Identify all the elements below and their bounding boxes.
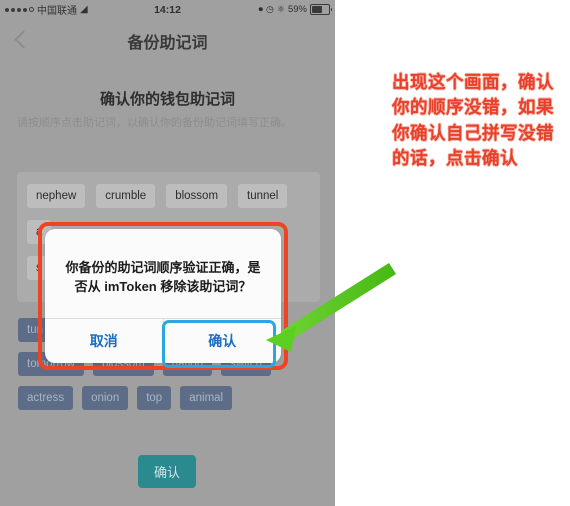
word-chip[interactable]: tunnel xyxy=(238,184,288,208)
status-bar-right: ⏺ ◷ ⚛ 59% xyxy=(258,4,332,15)
word-pool-row: nephew crumble blossom tunnel xyxy=(17,184,320,208)
dialog-confirm-button[interactable]: 确认 xyxy=(164,319,282,363)
annotation-text: 出现这个画面，确认你的顺序没错，如果你确认自己拼写没错的话，点击确认 xyxy=(392,72,554,169)
selected-words-row: actress onion top animal xyxy=(8,386,328,410)
screenshot-root: 中国联通 ◢ 14:12 ⏺ ◷ ⚛ 59% 备份助记词 确认你的钱包助记词 请… xyxy=(0,0,570,506)
page-subtitle: 请按顺序点击助记词，以确认你的备份助记词填写正确。 xyxy=(17,117,292,129)
selected-word-chip[interactable]: actress xyxy=(18,386,74,410)
bluetooth-icon: ⚛ xyxy=(276,4,285,14)
selected-word-chip[interactable]: onion xyxy=(82,386,129,410)
battery-percent-label: 59% xyxy=(287,4,307,15)
dialog-message: 你备份的助记词顺序验证正确，是否从 imToken 移除该助记词？ xyxy=(65,259,261,295)
page-confirm-button[interactable]: 确认 xyxy=(138,455,196,488)
annotation-panel: 出现这个画面，确认你的顺序没错，如果你确认自己拼写没错的话，点击确认 xyxy=(335,0,570,506)
selected-word-chip[interactable]: animal xyxy=(180,386,233,410)
rotation-lock-icon: ⏺ xyxy=(258,4,264,14)
phone-screenshot: 中国联通 ◢ 14:12 ⏺ ◷ ⚛ 59% 备份助记词 确认你的钱包助记词 请… xyxy=(0,0,335,506)
page-title: 确认你的钱包助记词 xyxy=(99,91,235,108)
dialog-cancel-button[interactable]: 取消 xyxy=(45,319,164,363)
dialog-buttons: 取消 确认 xyxy=(45,318,281,363)
word-chip[interactable]: nephew xyxy=(27,184,86,208)
selected-word-chip[interactable]: top xyxy=(137,386,172,410)
word-chip[interactable]: crumble xyxy=(96,184,156,208)
battery-icon xyxy=(310,4,332,15)
nav-bar: 备份助记词 xyxy=(0,19,335,61)
confirm-dialog: 你备份的助记词顺序验证正确，是否从 imToken 移除该助记词？ 取消 确认 xyxy=(45,229,281,363)
alarm-clock-icon: ◷ xyxy=(266,4,274,14)
status-bar: 中国联通 ◢ 14:12 ⏺ ◷ ⚛ 59% xyxy=(0,0,335,19)
word-chip[interactable]: blossom xyxy=(166,184,228,208)
nav-title: 备份助记词 xyxy=(127,35,208,52)
